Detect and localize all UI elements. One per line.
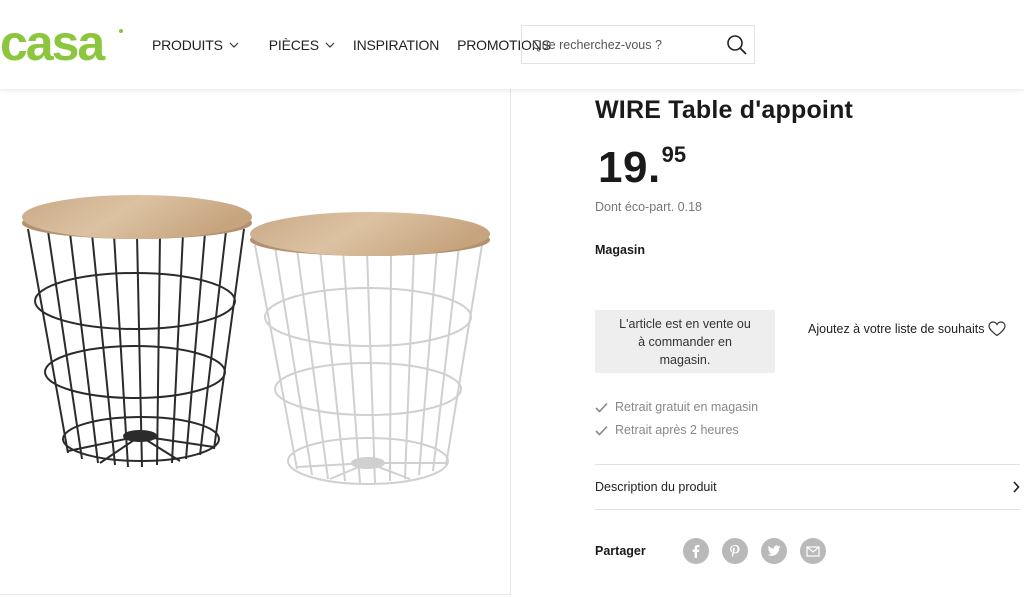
product-image[interactable] [0,89,511,595]
site-header: casa PRODUITS PIÈCES INSPIRATION PROMOTI… [0,0,1024,89]
nav-item-label: PRODUITS [152,36,223,53]
divider [595,509,1020,510]
share-label: Partager [595,544,646,558]
facebook-icon[interactable] [683,538,709,564]
main-nav: PRODUITS PIÈCES INSPIRATION PROMOTIONS [152,0,569,89]
nav-item-label: PIÈCES [268,36,319,53]
chevron-right-icon [1013,481,1020,493]
search-input[interactable] [522,26,726,63]
check-icon [595,402,608,413]
black-wire-table [27,228,245,468]
product-price: 19.95 [598,142,687,193]
product-title: WIRE Table d'appoint [595,96,854,124]
logo-text: casa [0,22,106,66]
description-label: Description du produit [595,480,717,494]
availability-label: Magasin [595,243,646,257]
search-box [521,25,755,64]
heart-icon [987,321,1006,337]
chevron-down-icon [325,42,335,48]
feature-label: Retrait après 2 heures [615,423,739,437]
wishlist-label: Ajoutez à votre liste de souhaits [808,322,985,336]
feature-label: Retrait gratuit en magasin [615,400,759,414]
pinterest-icon[interactable] [722,538,748,564]
product-image-panel [0,89,511,595]
check-icon [595,425,608,436]
nav-item-label: INSPIRATION [352,36,440,53]
add-to-wishlist-link[interactable]: Ajoutez à votre liste de souhaits [808,321,1006,337]
price-decimal: 95 [661,142,687,167]
white-wire-table [254,244,483,485]
twitter-icon[interactable] [761,538,787,564]
nav-item-inspiration[interactable]: INSPIRATION [353,37,439,53]
eco-participation: Dont éco-part. 0.18 [595,200,703,214]
product-description-toggle[interactable]: Description du produit [595,465,1020,509]
casa-logo[interactable]: casa [0,22,126,66]
price-integer: 19. [598,143,661,192]
feature-free-pickup: Retrait gratuit en magasin [595,400,758,414]
store-notice: L'article est en vente ou à commander en… [595,310,775,373]
nav-item-produits[interactable]: PRODUITS [152,37,239,53]
feature-pickup-time: Retrait après 2 heures [595,423,739,437]
email-icon[interactable] [800,538,826,564]
share-row: Partager [595,538,839,564]
nav-item-pieces[interactable]: PIÈCES [269,37,335,53]
chevron-down-icon [229,42,239,48]
search-icon[interactable] [726,34,748,56]
